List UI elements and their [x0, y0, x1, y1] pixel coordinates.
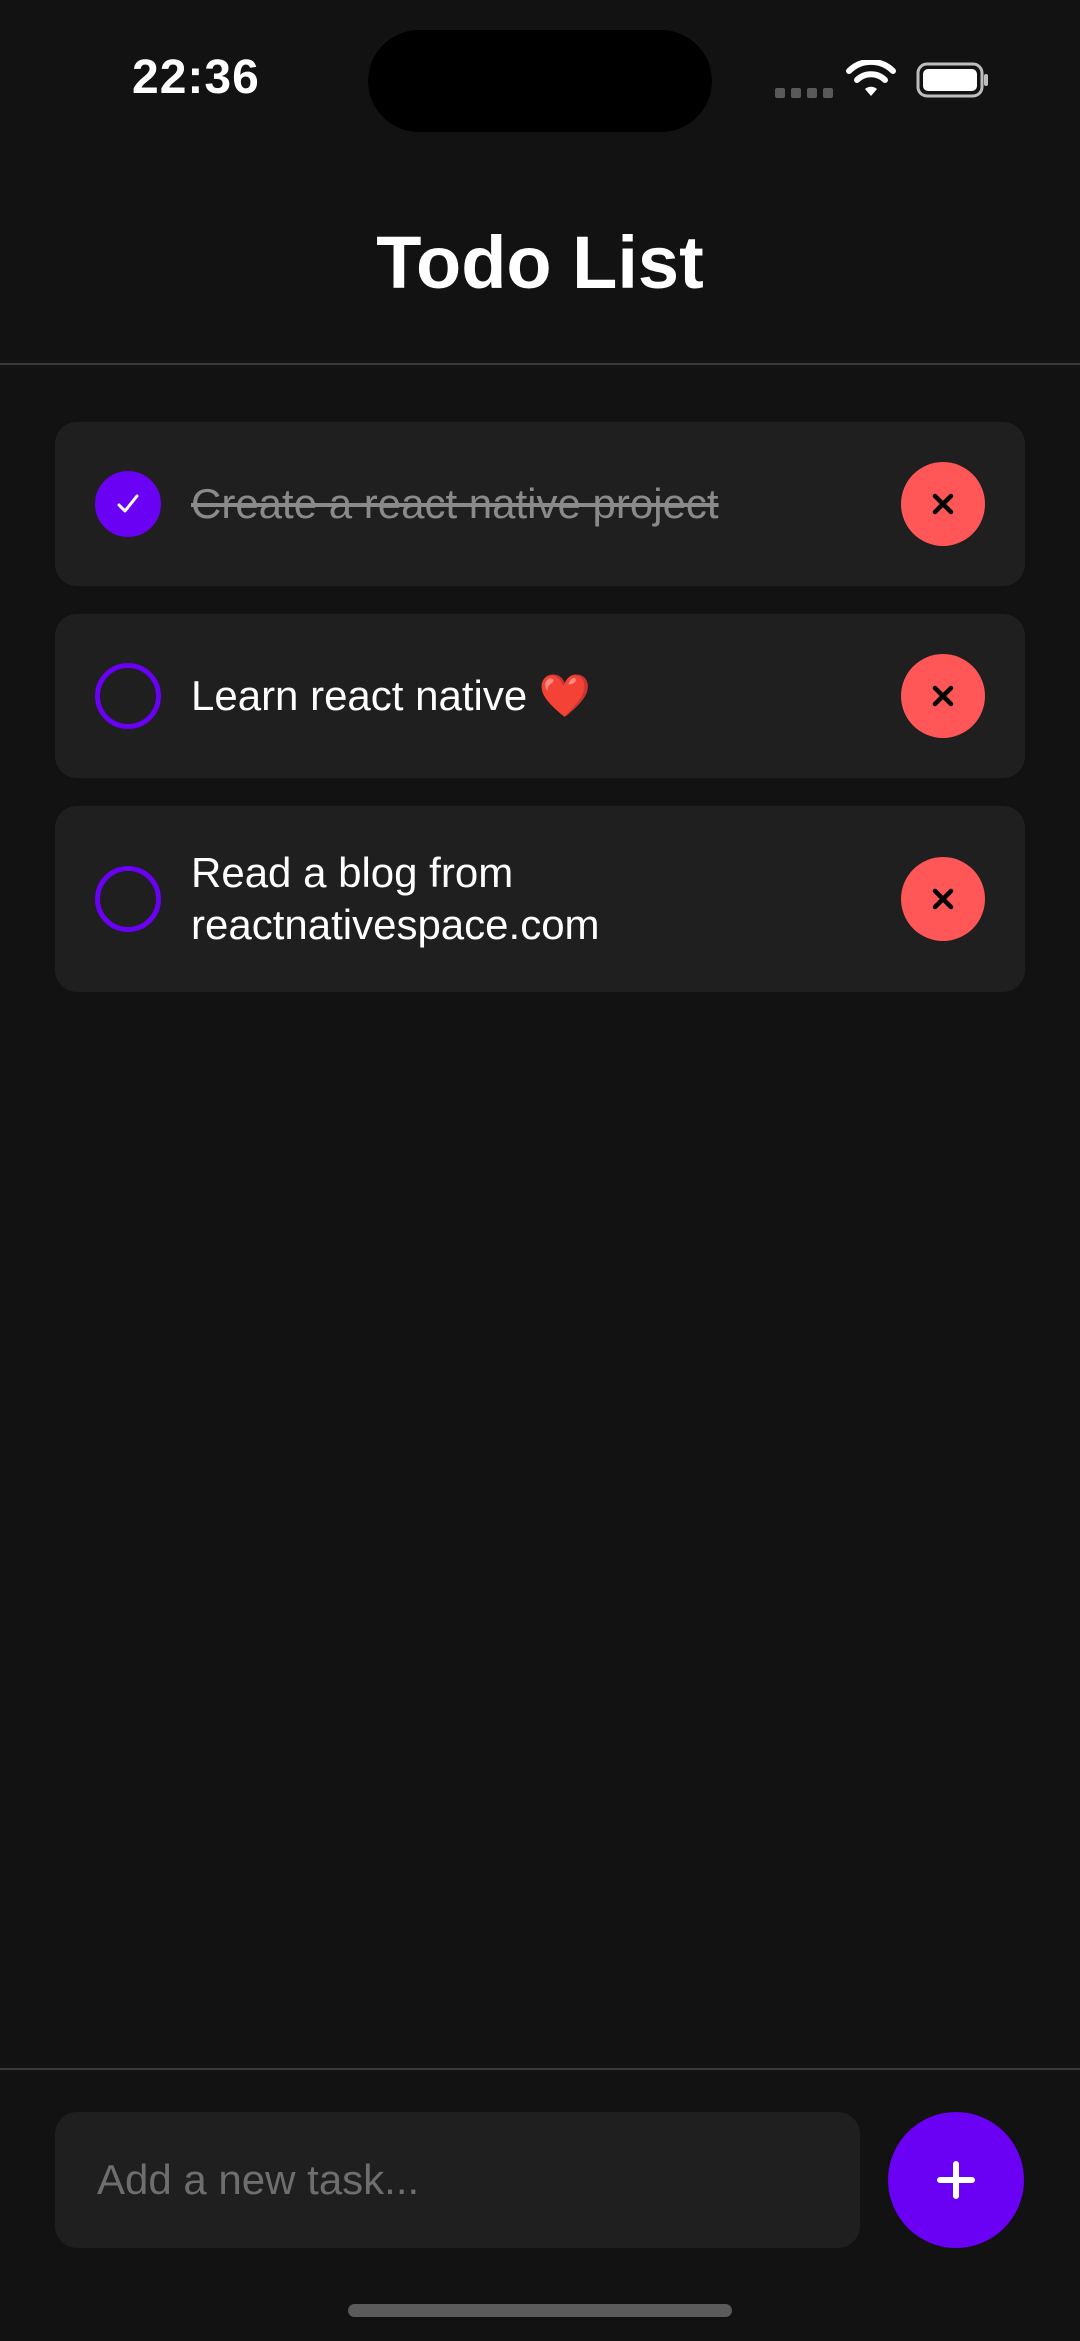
todo-checkbox[interactable] [95, 663, 161, 729]
todo-text[interactable]: Create a react native project [191, 478, 871, 530]
status-bar: 22:36 [0, 0, 1080, 160]
todo-item: Learn react native ❤️ [55, 614, 1025, 778]
todo-checkbox[interactable] [95, 866, 161, 932]
plus-icon [937, 2161, 975, 2199]
close-icon [932, 685, 954, 707]
todo-text[interactable]: Learn react native ❤️ [191, 670, 871, 722]
check-icon [117, 494, 139, 513]
home-indicator[interactable] [348, 2304, 732, 2317]
status-time: 22:36 [132, 51, 260, 104]
todo-checkbox-checked[interactable] [95, 471, 161, 537]
cellular-signal-icon [775, 88, 833, 98]
wifi-icon [846, 60, 896, 96]
todo-text[interactable]: Read a blog from reactnativespace.com [191, 847, 871, 951]
todo-item: Create a react native project [55, 422, 1025, 586]
delete-button[interactable] [901, 857, 985, 941]
close-icon [932, 888, 954, 910]
todo-list: Create a react native project Learn reac… [55, 422, 1025, 1020]
bottom-bar [0, 2068, 1080, 2341]
close-icon [932, 493, 954, 515]
todo-item: Read a blog from reactnativespace.com [55, 806, 1025, 992]
battery-icon [916, 62, 988, 98]
add-task-button[interactable] [888, 2112, 1024, 2248]
page-title: Todo List [376, 221, 704, 304]
header: Todo List [0, 200, 1080, 365]
delete-button[interactable] [901, 654, 985, 738]
new-task-input[interactable] [55, 2112, 860, 2248]
delete-button[interactable] [901, 462, 985, 546]
dynamic-island [368, 30, 712, 132]
